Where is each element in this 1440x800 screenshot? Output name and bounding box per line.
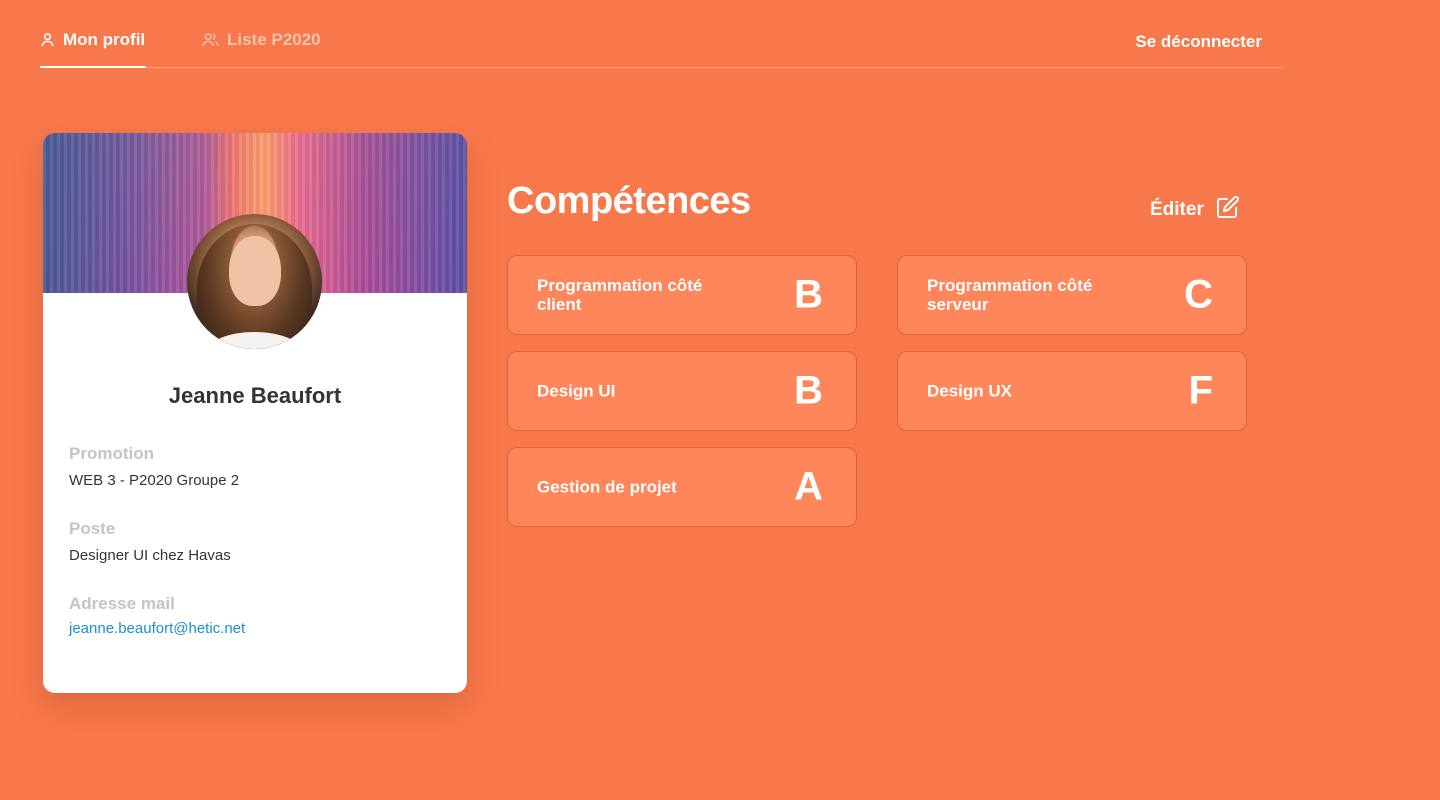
tab-label: Mon profil bbox=[63, 30, 146, 49]
skill-grade: B bbox=[794, 272, 823, 317]
poste-label: Poste bbox=[69, 519, 116, 538]
tab-mon-profil[interactable]: Mon profil bbox=[40, 30, 146, 68]
profile-card: Jeanne Beaufort Promotion WEB 3 - P2020 … bbox=[43, 133, 467, 693]
skill-name: Design UX bbox=[927, 381, 1013, 401]
tab-label: Liste P2020 bbox=[227, 30, 321, 49]
top-navigation: Mon profil Liste P2020 Se déconnecter bbox=[40, 0, 1283, 68]
user-icon bbox=[40, 30, 55, 52]
skill-grade: F bbox=[1188, 368, 1213, 413]
skill-grade: A bbox=[794, 464, 823, 509]
logout-button[interactable]: Se déconnecter bbox=[1135, 32, 1262, 52]
tab-liste-p2020[interactable]: Liste P2020 bbox=[202, 30, 321, 68]
profile-name: Jeanne Beaufort bbox=[168, 383, 342, 408]
skill-card-programmation-client[interactable]: Programmation côté client B bbox=[507, 255, 857, 335]
skill-name: Programmation côté serveur bbox=[927, 276, 1093, 314]
edit-icon bbox=[1216, 195, 1240, 225]
skill-grade: B bbox=[794, 368, 823, 413]
promotion-value: WEB 3 - P2020 Groupe 2 bbox=[69, 472, 240, 489]
edit-label: Éditer bbox=[1150, 199, 1204, 220]
email-link[interactable]: jeanne.beaufort@hetic.net bbox=[69, 620, 245, 637]
skill-name: Design UI bbox=[537, 381, 616, 401]
users-icon bbox=[202, 30, 219, 52]
skill-card-design-ui[interactable]: Design UI B bbox=[507, 351, 857, 431]
poste-value: Designer UI chez Havas bbox=[69, 547, 231, 564]
edit-button[interactable]: Éditer bbox=[1150, 195, 1240, 225]
skill-grade: C bbox=[1184, 272, 1213, 317]
avatar bbox=[187, 214, 322, 349]
skill-name: Programmation côté client bbox=[537, 276, 703, 314]
email-label: Adresse mail bbox=[69, 594, 175, 613]
promotion-label: Promotion bbox=[69, 444, 154, 463]
skill-card-gestion-projet[interactable]: Gestion de projet A bbox=[507, 447, 857, 527]
skill-name: Gestion de projet bbox=[537, 477, 677, 497]
skills-title: Compétences bbox=[507, 180, 751, 222]
skill-card-design-ux[interactable]: Design UX F bbox=[897, 351, 1247, 431]
skill-card-programmation-serveur[interactable]: Programmation côté serveur C bbox=[897, 255, 1247, 335]
